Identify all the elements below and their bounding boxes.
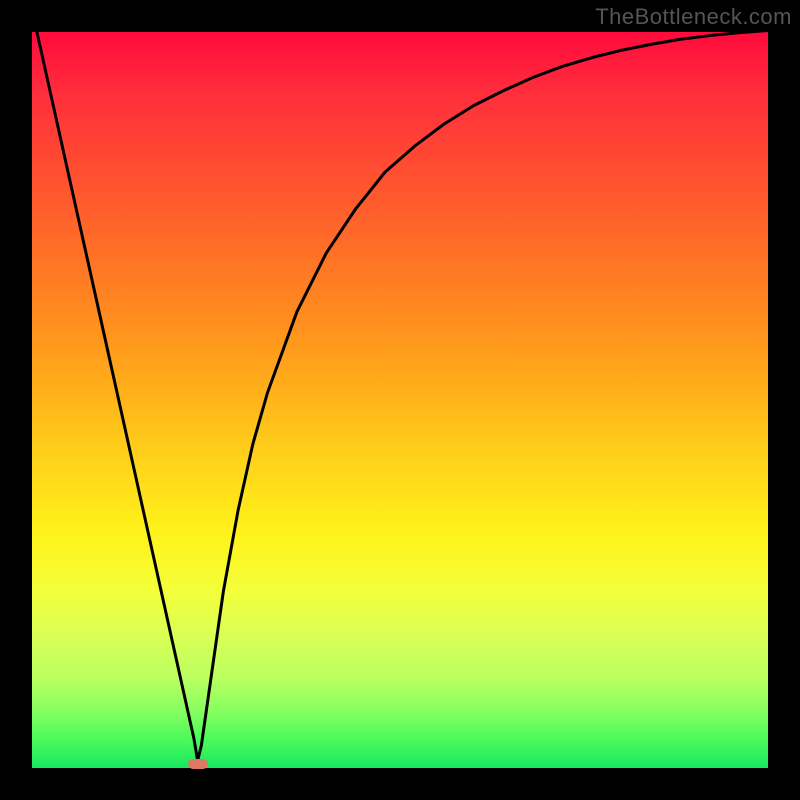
watermark-text: TheBottleneck.com [595,4,792,30]
chart-frame: TheBottleneck.com [0,0,800,800]
bottleneck-curve [32,10,768,761]
chart-svg [32,32,768,768]
min-marker [188,759,208,769]
